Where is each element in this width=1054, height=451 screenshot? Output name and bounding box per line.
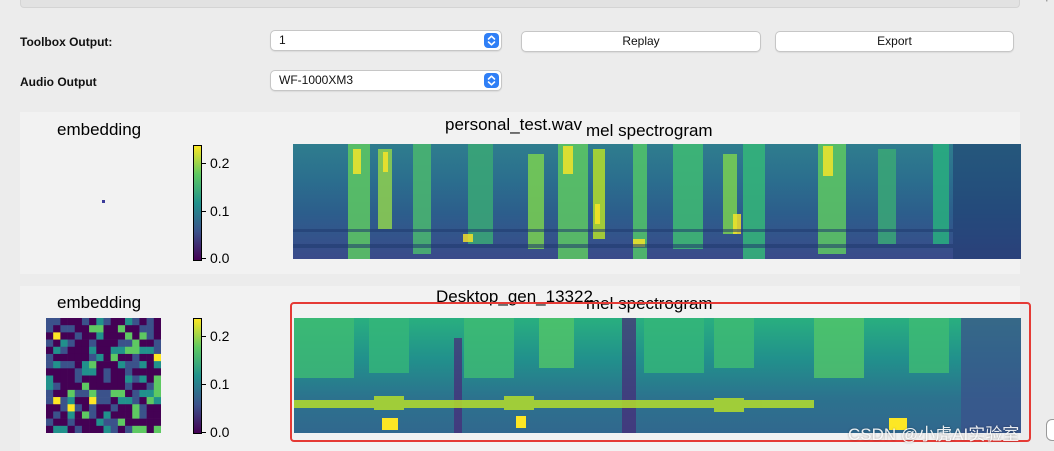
audio-output-label: Audio Output — [20, 75, 97, 89]
audio-output-select[interactable]: WF-1000XM3 — [270, 70, 502, 91]
colorbar-tick: 0.0 — [201, 250, 230, 266]
colorbar-tick: 0.2 — [201, 155, 230, 171]
watermark: CSDN @小虎AI实验室 — [848, 425, 1020, 444]
toolbox-output-value: 1 — [279, 33, 286, 47]
embedding-dot — [102, 200, 105, 203]
toolbox-output-select[interactable]: 1 — [270, 30, 502, 51]
audio-output-value: WF-1000XM3 — [279, 73, 354, 87]
embedding-heatmap — [46, 318, 162, 434]
colorbar-tick: 0.1 — [201, 376, 230, 392]
colorbar-tick: 0.1 — [201, 203, 230, 219]
corner-mark: ' — [1046, 0, 1048, 8]
export-button[interactable]: Export — [775, 31, 1014, 52]
colorbar-tick: 0.2 — [201, 328, 230, 344]
replay-button[interactable]: Replay — [521, 31, 761, 52]
top-strip — [20, 0, 1020, 8]
updown-chevron-icon — [484, 33, 499, 48]
spectrogram-title: personal_test.wav — [445, 115, 583, 134]
spectrogram-subtitle: mel spectrogram — [586, 121, 713, 140]
colorbar — [193, 318, 202, 434]
edge-handle — [1046, 419, 1054, 441]
embedding-title: embedding — [57, 120, 142, 139]
mel-spectrogram-source — [293, 144, 1021, 259]
colorbar — [193, 145, 202, 261]
updown-chevron-icon — [484, 73, 499, 88]
toolbox-output-label: Toolbox Output: — [20, 35, 113, 49]
embedding-title: embedding — [57, 293, 142, 312]
colorbar-tick: 0.0 — [201, 424, 230, 440]
